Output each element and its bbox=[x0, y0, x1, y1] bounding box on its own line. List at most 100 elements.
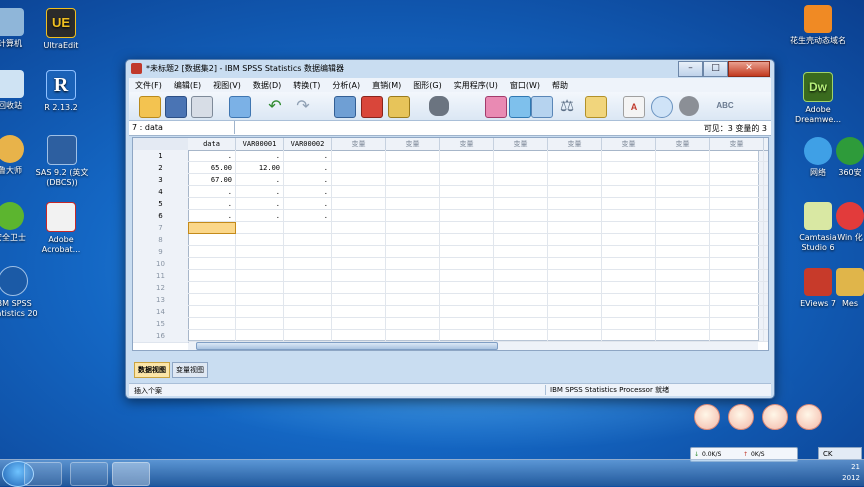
data-cell[interactable] bbox=[284, 270, 332, 282]
data-cell[interactable] bbox=[332, 174, 386, 186]
data-cell[interactable] bbox=[710, 234, 764, 246]
menu-graphs[interactable]: 图形(G) bbox=[413, 80, 441, 91]
data-cell[interactable] bbox=[386, 318, 440, 330]
data-cell[interactable] bbox=[602, 270, 656, 282]
data-cell[interactable] bbox=[764, 318, 768, 330]
mascot-icon[interactable] bbox=[796, 404, 822, 430]
data-cell[interactable] bbox=[764, 270, 768, 282]
mascot-icon[interactable] bbox=[762, 404, 788, 430]
spss-data-editor-window[interactable]: *未标题2 [数据集2] - IBM SPSS Statistics 数据编辑器… bbox=[125, 59, 775, 399]
data-cell[interactable] bbox=[548, 234, 602, 246]
data-cell[interactable] bbox=[548, 306, 602, 318]
clock[interactable]: 21 2012 bbox=[842, 462, 860, 484]
data-cell[interactable] bbox=[764, 174, 768, 186]
data-cell[interactable] bbox=[440, 210, 494, 222]
minimize-button[interactable]: – bbox=[678, 61, 703, 77]
data-cell[interactable] bbox=[440, 246, 494, 258]
data-cell[interactable]: . bbox=[188, 150, 236, 162]
data-cell[interactable] bbox=[332, 198, 386, 210]
data-cell[interactable] bbox=[236, 306, 284, 318]
menu-direct-marketing[interactable]: 直销(M) bbox=[372, 80, 401, 91]
data-cell[interactable] bbox=[386, 198, 440, 210]
data-cell[interactable] bbox=[710, 246, 764, 258]
row-header[interactable]: 16 bbox=[133, 330, 189, 343]
data-cell[interactable] bbox=[656, 222, 710, 234]
data-cell[interactable] bbox=[236, 294, 284, 306]
data-cell[interactable] bbox=[386, 270, 440, 282]
data-cell[interactable] bbox=[440, 294, 494, 306]
data-cell[interactable] bbox=[386, 222, 440, 234]
data-cell[interactable] bbox=[602, 306, 656, 318]
data-cell[interactable] bbox=[494, 258, 548, 270]
data-cell[interactable] bbox=[548, 222, 602, 234]
data-cell[interactable] bbox=[548, 282, 602, 294]
data-cell[interactable] bbox=[764, 294, 768, 306]
data-cell[interactable] bbox=[602, 282, 656, 294]
horizontal-scroll-thumb[interactable] bbox=[196, 342, 498, 350]
data-cell[interactable]: . bbox=[236, 150, 284, 162]
desktop-icon-acrobat[interactable]: Adobe Acrobat... bbox=[31, 202, 91, 255]
data-cell[interactable]: . bbox=[284, 198, 332, 210]
data-cell[interactable] bbox=[548, 270, 602, 282]
taskbar-app-chat[interactable] bbox=[24, 462, 62, 486]
data-cell[interactable] bbox=[188, 246, 236, 258]
data-cell[interactable] bbox=[764, 246, 768, 258]
data-cell[interactable] bbox=[764, 162, 768, 174]
data-cell[interactable] bbox=[188, 318, 236, 330]
data-cell[interactable]: 65.00 bbox=[188, 162, 236, 174]
data-cell[interactable] bbox=[548, 318, 602, 330]
taskbar-app-spss[interactable] bbox=[112, 462, 150, 486]
menu-view[interactable]: 视图(V) bbox=[213, 80, 241, 91]
data-cell[interactable]: . bbox=[188, 186, 236, 198]
data-cell[interactable] bbox=[710, 210, 764, 222]
data-cell[interactable]: . bbox=[236, 186, 284, 198]
data-cell[interactable] bbox=[764, 234, 768, 246]
select-cases-icon[interactable] bbox=[585, 96, 607, 118]
data-cell[interactable] bbox=[764, 282, 768, 294]
desktop-icon-spss[interactable]: IBM SPSS Statistics 20 bbox=[0, 266, 43, 319]
data-cell[interactable] bbox=[332, 234, 386, 246]
data-cell[interactable] bbox=[494, 174, 548, 186]
data-cell[interactable] bbox=[284, 222, 332, 234]
data-cell[interactable] bbox=[440, 186, 494, 198]
data-cell[interactable] bbox=[332, 306, 386, 318]
data-cell[interactable]: . bbox=[236, 198, 284, 210]
data-cell[interactable] bbox=[764, 258, 768, 270]
data-cell[interactable] bbox=[386, 210, 440, 222]
show-all-variables-icon[interactable] bbox=[679, 96, 699, 116]
data-cell[interactable] bbox=[440, 162, 494, 174]
data-cell[interactable] bbox=[656, 294, 710, 306]
data-cell[interactable] bbox=[548, 294, 602, 306]
data-cell[interactable] bbox=[332, 150, 386, 162]
insert-cases-icon[interactable] bbox=[361, 96, 383, 118]
data-cell[interactable] bbox=[440, 150, 494, 162]
desktop-icon-dreamweaver[interactable]: Dw Adobe Dreamwe... bbox=[788, 72, 848, 125]
title-bar[interactable]: *未标题2 [数据集2] - IBM SPSS Statistics 数据编辑器… bbox=[126, 60, 774, 77]
data-cell[interactable] bbox=[386, 306, 440, 318]
data-cell[interactable] bbox=[188, 234, 236, 246]
data-cell[interactable] bbox=[656, 198, 710, 210]
data-cell[interactable] bbox=[494, 234, 548, 246]
data-cell[interactable] bbox=[284, 258, 332, 270]
data-cell[interactable] bbox=[386, 174, 440, 186]
data-cell[interactable] bbox=[284, 234, 332, 246]
menu-help[interactable]: 帮助 bbox=[552, 80, 568, 91]
data-cell[interactable] bbox=[764, 222, 768, 234]
menu-data[interactable]: 数据(D) bbox=[253, 80, 281, 91]
data-cell[interactable] bbox=[602, 174, 656, 186]
data-cell[interactable] bbox=[710, 198, 764, 210]
data-cell[interactable] bbox=[386, 330, 440, 342]
data-cell[interactable] bbox=[602, 198, 656, 210]
split-file-icon[interactable] bbox=[531, 96, 553, 118]
data-cell[interactable] bbox=[656, 174, 710, 186]
data-cell[interactable] bbox=[710, 294, 764, 306]
menu-utilities[interactable]: 实用程序(U) bbox=[454, 80, 498, 91]
data-cell[interactable] bbox=[188, 306, 236, 318]
spell-check-icon[interactable]: ABC bbox=[715, 96, 735, 116]
data-cell[interactable] bbox=[548, 198, 602, 210]
spss-app-icon[interactable] bbox=[131, 63, 142, 74]
taskbar-app-explorer[interactable] bbox=[70, 462, 108, 486]
desktop-icon-mes[interactable]: Mes bbox=[830, 268, 864, 309]
redo-icon[interactable]: ↷ bbox=[293, 96, 313, 116]
data-cell[interactable] bbox=[236, 282, 284, 294]
